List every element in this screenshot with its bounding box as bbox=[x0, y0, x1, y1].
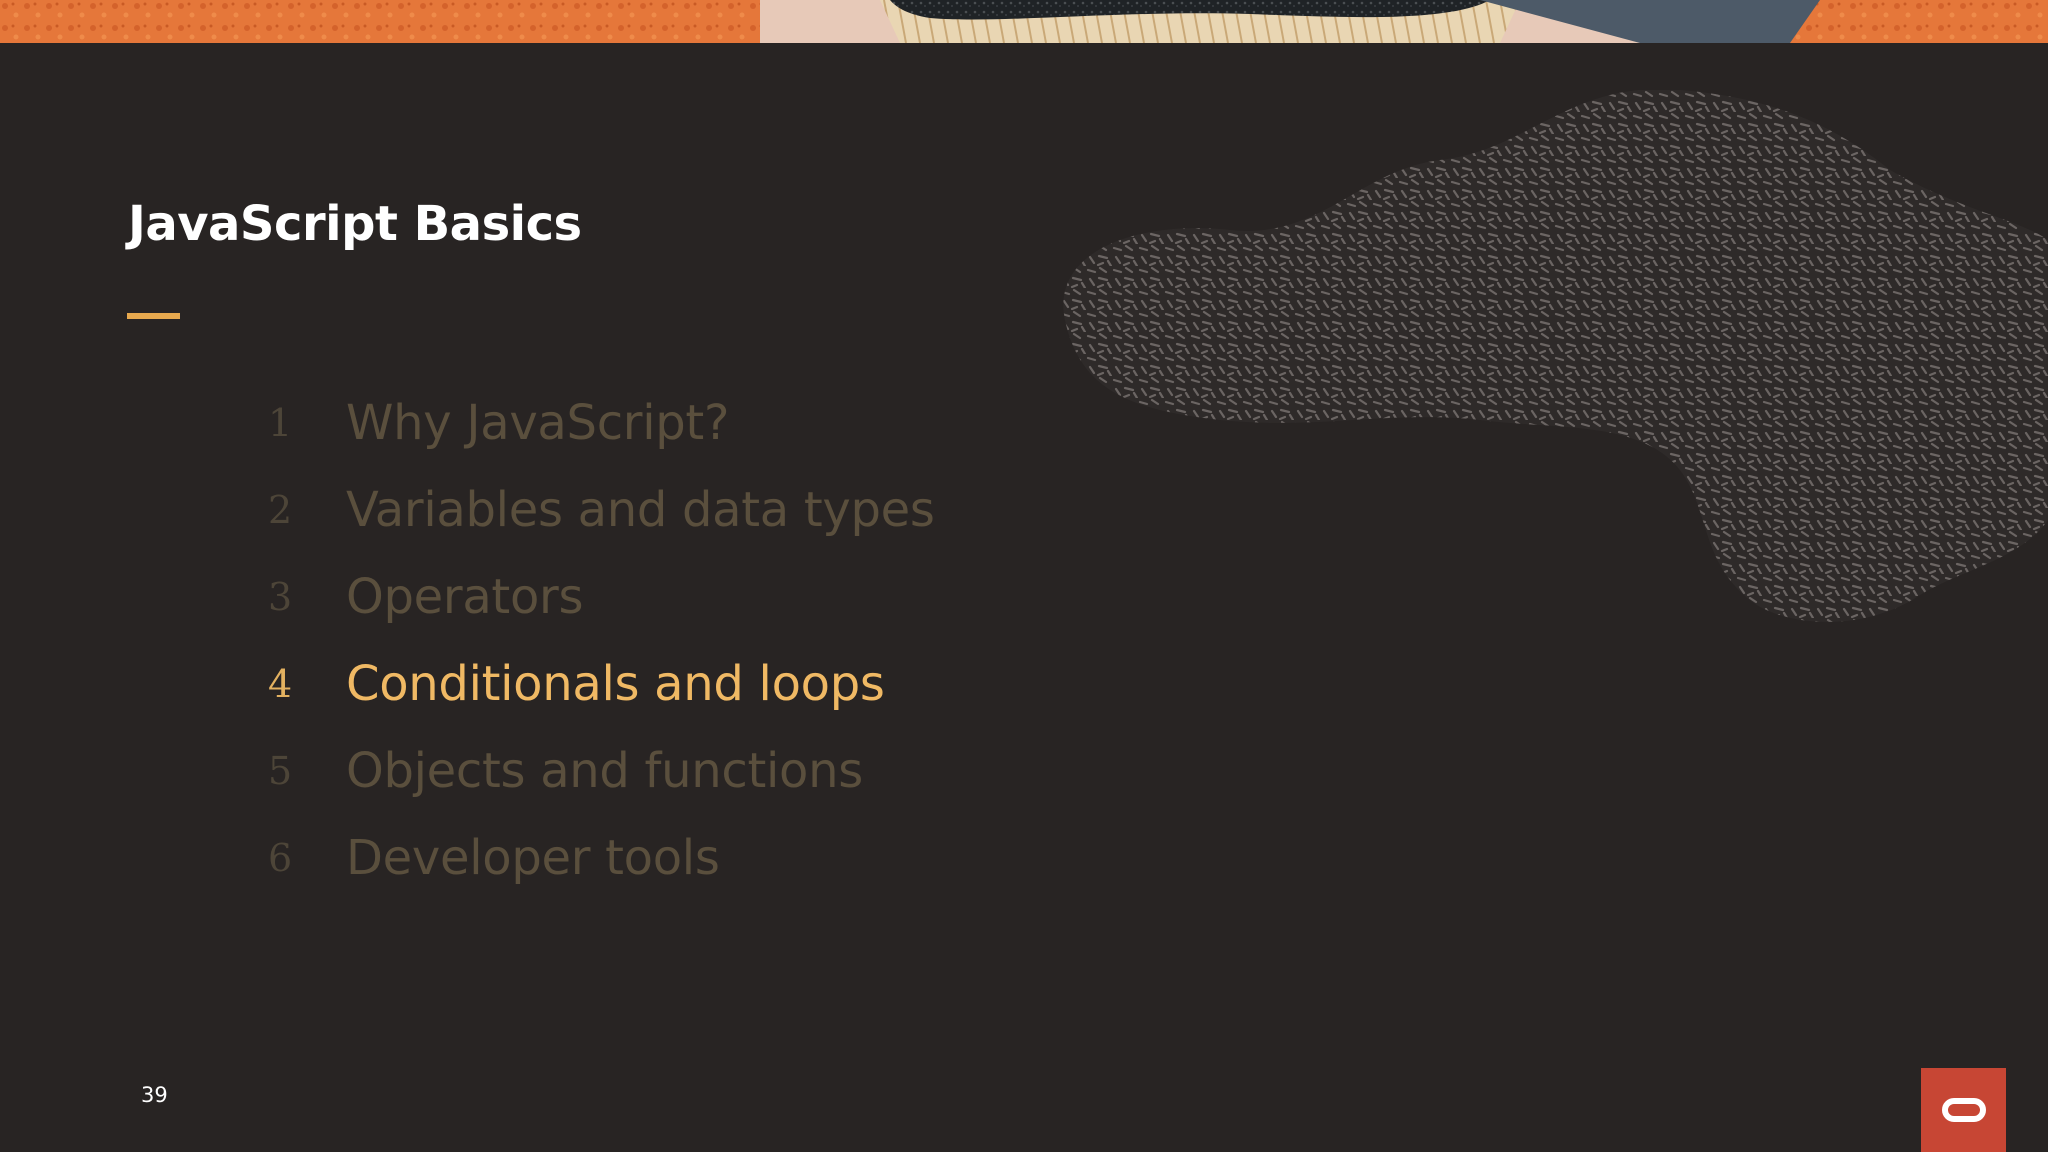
agenda-label: Variables and data types bbox=[346, 482, 935, 538]
agenda-number: 2 bbox=[268, 488, 293, 532]
page-number: 39 bbox=[141, 1083, 168, 1107]
agenda-label: Developer tools bbox=[346, 830, 720, 886]
agenda-label: Objects and functions bbox=[346, 743, 863, 799]
agenda-number: 3 bbox=[268, 575, 293, 619]
oracle-ring-icon bbox=[1941, 1098, 1986, 1122]
agenda-number: 5 bbox=[268, 749, 293, 793]
slide-title: JavaScript Basics bbox=[128, 196, 582, 252]
agenda-label: Why JavaScript? bbox=[346, 395, 730, 451]
agenda-number: 4 bbox=[268, 662, 293, 706]
agenda-item-3[interactable]: 3 Operators bbox=[0, 557, 1000, 637]
top-decorative-banner bbox=[0, 0, 2048, 43]
agenda-label: Conditionals and loops bbox=[346, 656, 885, 712]
oracle-logo-icon bbox=[1921, 1068, 2006, 1152]
agenda-item-4[interactable]: 4 Conditionals and loops bbox=[0, 644, 1000, 724]
agenda-number: 1 bbox=[268, 401, 293, 445]
agenda-item-5[interactable]: 5 Objects and functions bbox=[0, 731, 1000, 811]
agenda-item-1[interactable]: 1 Why JavaScript? bbox=[0, 383, 1000, 463]
agenda-item-6[interactable]: 6 Developer tools bbox=[0, 818, 1000, 898]
agenda-label: Operators bbox=[346, 569, 584, 625]
agenda-item-2[interactable]: 2 Variables and data types bbox=[0, 470, 1000, 550]
title-accent-bar bbox=[127, 313, 180, 319]
textured-blob-decoration bbox=[1060, 89, 2048, 635]
agenda-number: 6 bbox=[268, 836, 293, 880]
